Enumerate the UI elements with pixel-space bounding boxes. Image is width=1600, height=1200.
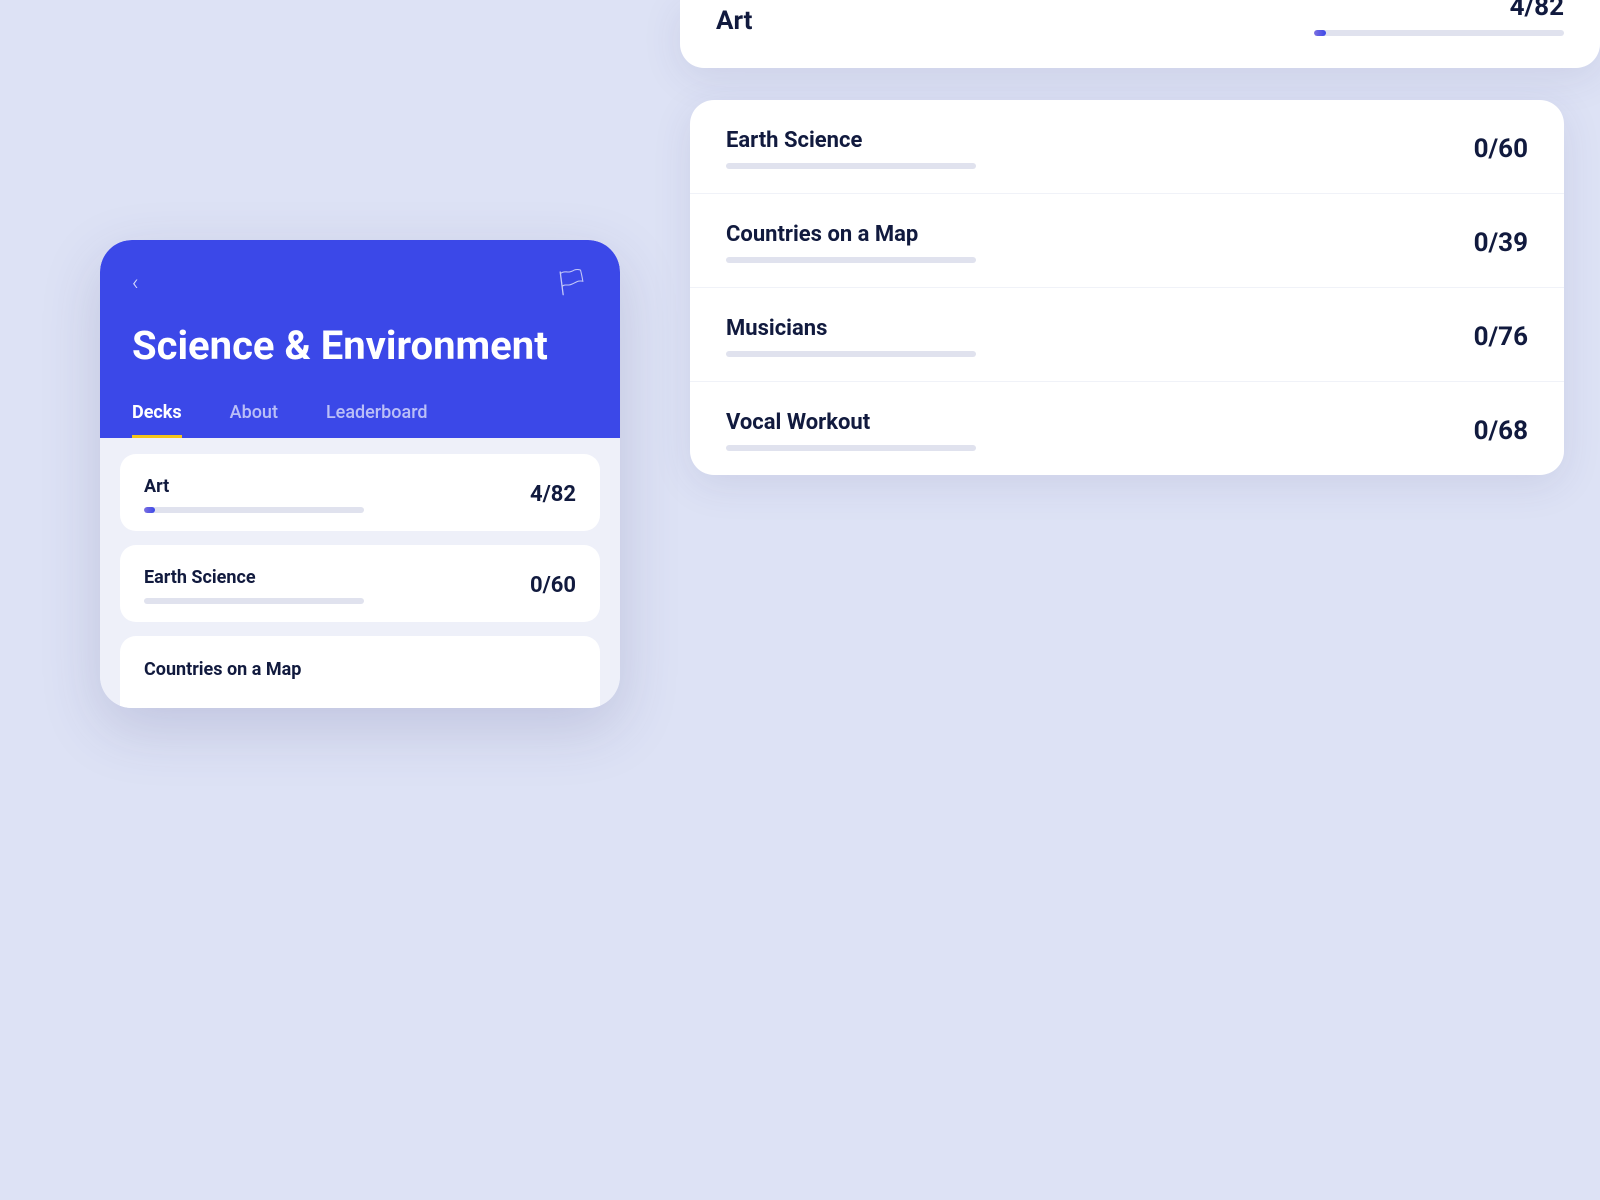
deck-score-art: 4/82 (506, 482, 576, 507)
right-score-countries: 0/39 (1448, 228, 1528, 258)
progress-bg-art (144, 507, 364, 513)
right-pb-countries (726, 257, 976, 263)
page-title: Science & Environment (132, 322, 588, 370)
phone-header: ‹ 🏳 Science & Environment Decks About Le… (100, 240, 620, 438)
tab-leaderboard[interactable]: Leaderboard (326, 402, 428, 438)
tabs-row: Decks About Leaderboard (132, 402, 588, 438)
right-pb-musicians (726, 351, 976, 357)
deck-name-earth-science: Earth Science (144, 567, 506, 588)
right-item-musicians[interactable]: Musicians 0/76 (690, 288, 1564, 382)
deck-name-countries: Countries on a Map (144, 659, 301, 680)
deck-item-countries-partial[interactable]: Countries on a Map (120, 636, 600, 708)
top-clipped-card: Art 4/82 (680, 0, 1600, 68)
top-clipped-score: 4/82 (1510, 0, 1564, 22)
deck-item-earth-science[interactable]: Earth Science 0/60 (120, 545, 600, 622)
right-score-musicians: 0/76 (1448, 322, 1528, 352)
top-clipped-name: Art (716, 6, 752, 44)
right-card: Earth Science 0/60 Countries on a Map 0/… (690, 100, 1564, 475)
right-name-musicians: Musicians (726, 316, 1448, 341)
back-button[interactable]: ‹ (132, 271, 139, 296)
tab-about[interactable]: About (230, 402, 278, 438)
right-item-countries[interactable]: Countries on a Map 0/39 (690, 194, 1564, 288)
tab-decks[interactable]: Decks (132, 402, 182, 438)
right-item-vocal-workout[interactable]: Vocal Workout 0/68 (690, 382, 1564, 475)
right-pb-vocal (726, 445, 976, 451)
top-clipped-progress-bg (1314, 30, 1564, 36)
right-item-earth-science[interactable]: Earth Science 0/60 (690, 100, 1564, 194)
phone-card: ‹ 🏳 Science & Environment Decks About Le… (100, 240, 620, 708)
deck-score-earth: 0/60 (506, 573, 576, 598)
right-name-countries: Countries on a Map (726, 222, 1448, 247)
top-clipped-progress-fill (1314, 30, 1326, 36)
right-name-vocal: Vocal Workout (726, 410, 1448, 435)
deck-name-art: Art (144, 476, 506, 497)
flag-icon[interactable]: 🏳 (555, 268, 588, 298)
progress-fill-art (144, 507, 155, 513)
right-panel: Earth Science 0/60 Countries on a Map 0/… (690, 100, 1564, 475)
right-pb-earth (726, 163, 976, 169)
deck-list: Art 4/82 Earth Science 0/60 Countries on… (100, 438, 620, 708)
right-score-earth: 0/60 (1448, 134, 1528, 164)
phone-header-top: ‹ 🏳 (132, 268, 588, 298)
progress-bg-earth (144, 598, 364, 604)
deck-item-art[interactable]: Art 4/82 (120, 454, 600, 531)
right-name-earth: Earth Science (726, 128, 1448, 153)
right-score-vocal: 0/68 (1448, 416, 1528, 446)
